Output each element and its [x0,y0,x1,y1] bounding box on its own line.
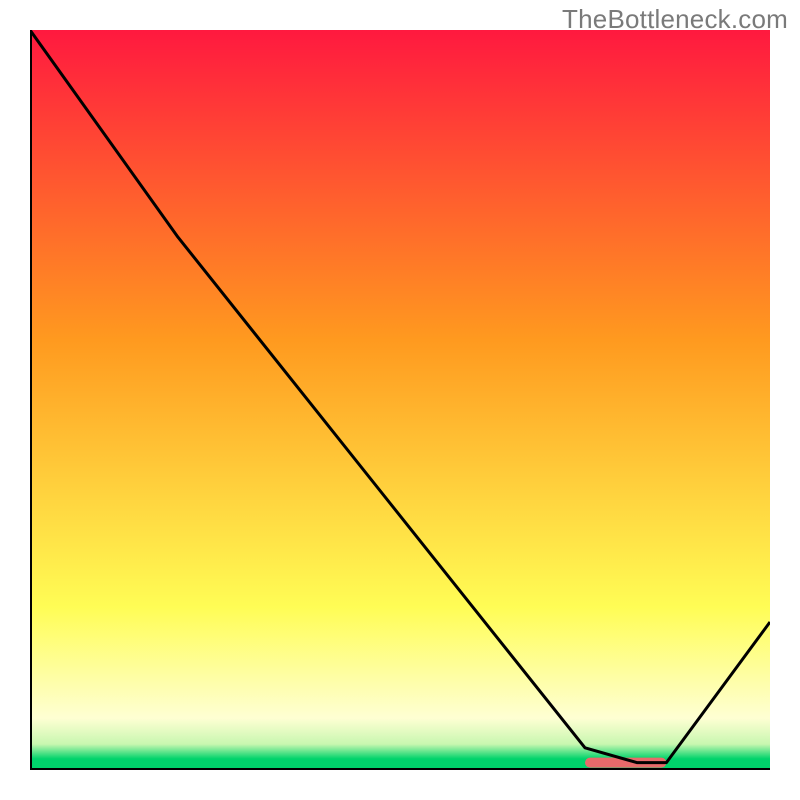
chart-container: TheBottleneck.com [0,0,800,800]
chart-background [30,30,770,770]
chart-svg [30,30,770,770]
chart-plot [30,30,770,770]
